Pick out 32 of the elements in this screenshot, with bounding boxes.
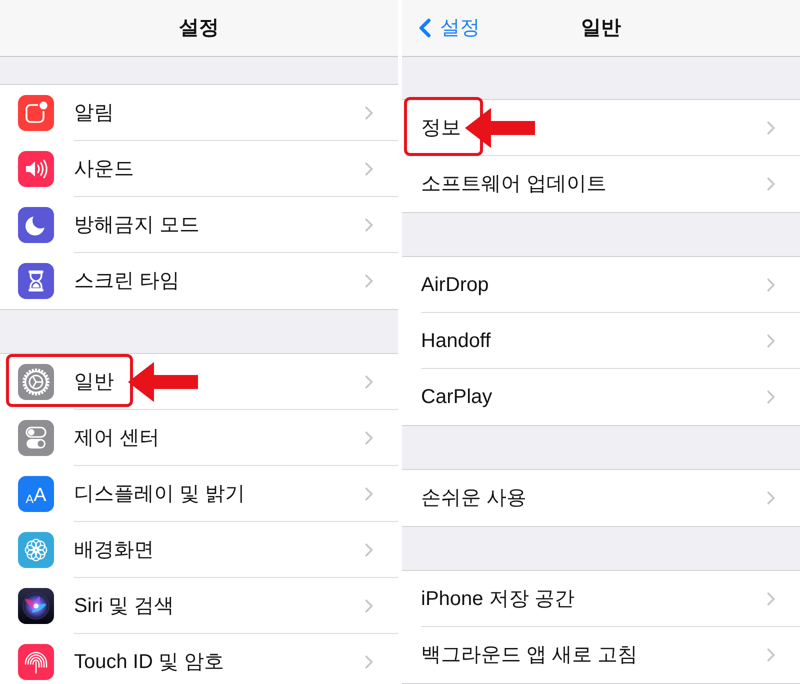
settings-row[interactable]: 스크린 타임 [0, 253, 398, 309]
settings-row[interactable]: iPhone 저장 공간 [402, 571, 800, 627]
settings-row[interactable]: 백그라운드 앱 새로 고침 [402, 627, 800, 683]
notification-icon [18, 95, 54, 131]
text-size-icon: AA [18, 476, 54, 512]
flower-icon [18, 532, 54, 568]
settings-row[interactable]: 소프트웨어 업데이트 [402, 156, 800, 212]
settings-row[interactable]: Handoff [402, 313, 800, 369]
fingerprint-icon [18, 644, 54, 680]
gear-icon [18, 364, 54, 400]
settings-row[interactable]: AirDrop [402, 257, 800, 313]
settings-row[interactable]: Siri 및 검색 [0, 578, 398, 634]
settings-row[interactable]: 사운드 [0, 141, 398, 197]
settings-row[interactable]: 제어 센터 [0, 410, 398, 466]
settings-row[interactable]: CarPlay [402, 369, 800, 425]
settings-row[interactable]: Touch ID 및 암호 [0, 634, 398, 684]
speaker-icon [18, 151, 54, 187]
pointer-arrow [465, 108, 535, 148]
nav-title: 설정 [179, 16, 219, 41]
toggle-switches-icon [18, 420, 54, 456]
settings-row[interactable]: 알림 [0, 85, 398, 141]
siri-orb-icon [18, 588, 54, 624]
nav-title: 일반 [581, 16, 621, 41]
settings-row[interactable]: 손쉬운 사용 [402, 470, 800, 526]
back-button[interactable]: 설정 [402, 13, 480, 43]
hourglass-icon [18, 263, 54, 299]
settings-row[interactable]: 정보 [402, 100, 800, 156]
settings-row[interactable]: 방해금지 모드 [0, 197, 398, 253]
settings-row[interactable]: 일반 [0, 354, 398, 410]
pointer-arrow [128, 362, 198, 402]
settings-row[interactable]: AA 디스플레이 및 밝기 [0, 466, 398, 522]
settings-row[interactable]: 배경화면 [0, 522, 398, 578]
